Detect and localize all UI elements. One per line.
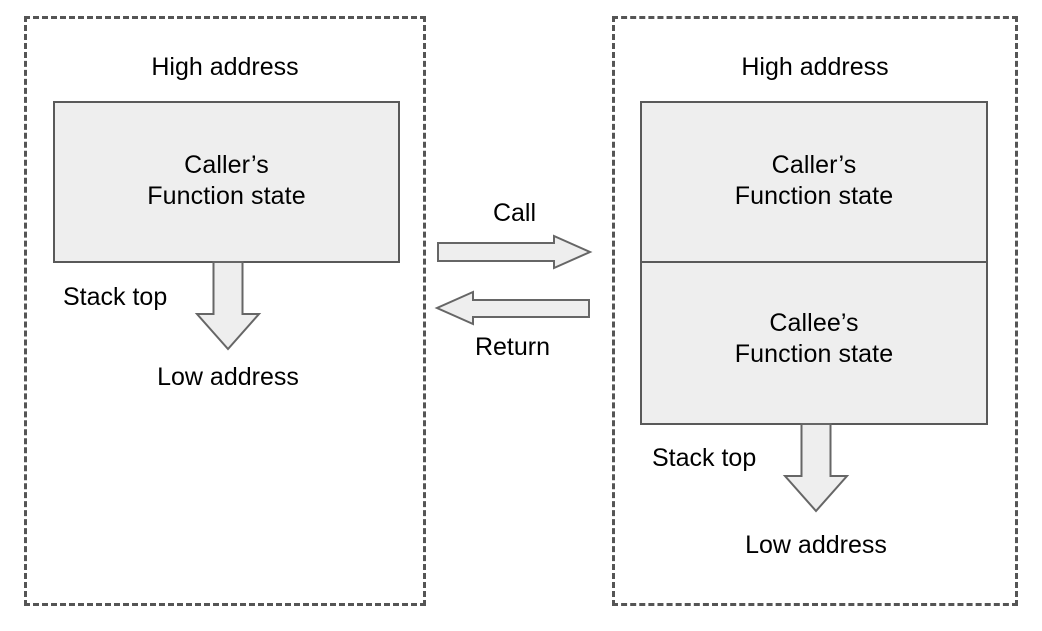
left-caller-frame-line2: Function state bbox=[147, 182, 306, 210]
right-callee-frame-line2: Function state bbox=[734, 340, 894, 368]
left-high-address-label: High address bbox=[151, 53, 299, 81]
right-stack-top-label: Stack top bbox=[652, 444, 757, 472]
left-stack-growth-down-arrow bbox=[194, 261, 262, 351]
right-caller-frame-box: Caller’s Function state bbox=[640, 101, 988, 263]
return-label: Return bbox=[474, 333, 551, 361]
return-left-arrow bbox=[434, 290, 590, 326]
right-caller-frame-line2: Function state bbox=[734, 182, 894, 210]
left-low-address-label: Low address bbox=[157, 363, 299, 391]
left-caller-frame-line1: Caller’s bbox=[184, 151, 269, 179]
call-label: Call bbox=[492, 199, 537, 227]
left-caller-frame-box: Caller’s Function state bbox=[53, 101, 400, 263]
right-low-address-label: Low address bbox=[745, 531, 887, 559]
right-callee-frame-line1: Callee’s bbox=[769, 309, 859, 337]
call-right-arrow bbox=[437, 234, 593, 270]
right-callee-frame-box: Callee’s Function state bbox=[640, 263, 988, 425]
left-stack-top-label: Stack top bbox=[63, 283, 168, 311]
right-caller-frame-line1: Caller’s bbox=[771, 151, 857, 179]
right-stack-growth-down-arrow bbox=[782, 423, 850, 513]
stack-diagram: High address Caller’s Function state Sta… bbox=[0, 0, 1042, 631]
right-high-address-label: High address bbox=[741, 53, 889, 81]
